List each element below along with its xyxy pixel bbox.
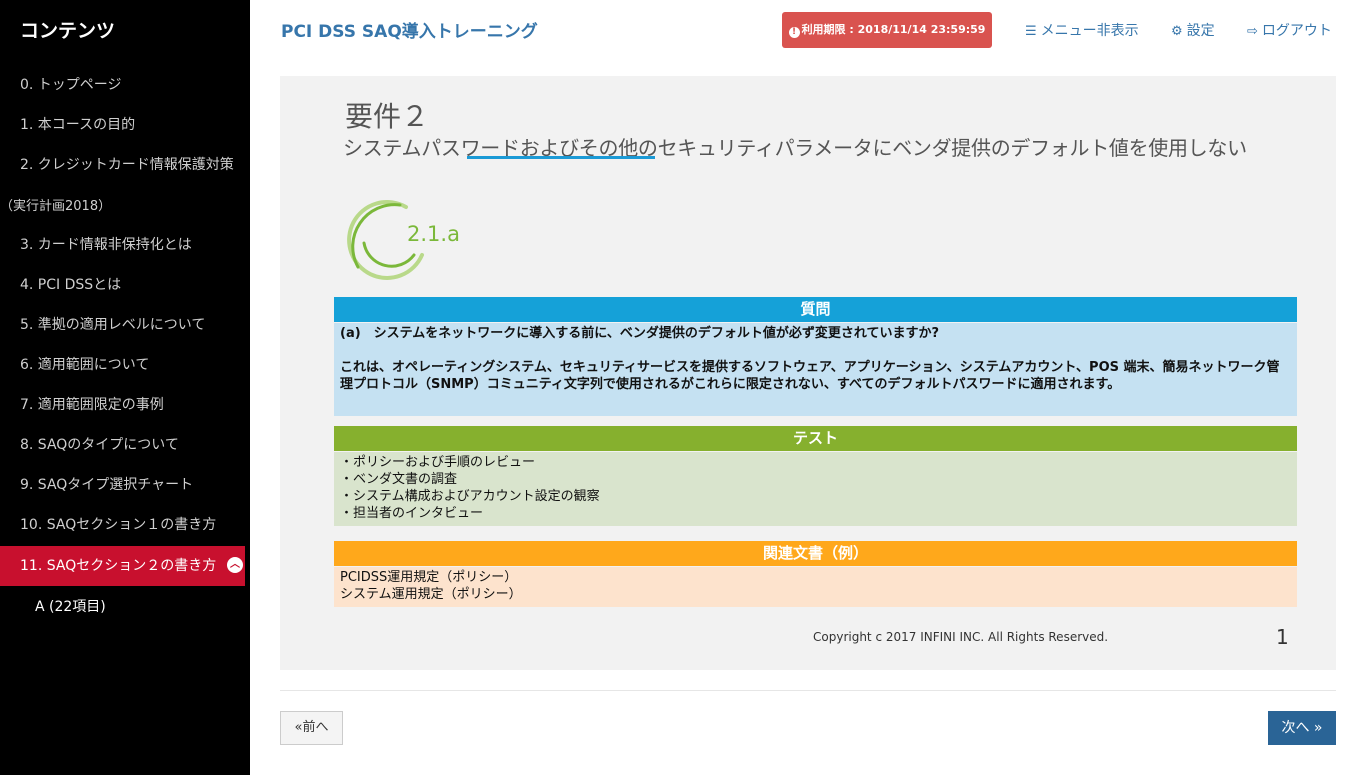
docs-item: PCIDSS運用規定（ポリシー） [340, 570, 518, 585]
sidebar-item-purpose[interactable]: 1. 本コースの目的 [0, 114, 245, 134]
requirement-title: 要件２ [345, 100, 430, 133]
question-heading: 質問 [334, 297, 1297, 322]
menu-toggle-link[interactable]: ☰ メニュー非表示 [1025, 20, 1139, 40]
test-item: ・システム構成およびアカウント設定の観察 [340, 489, 600, 504]
settings-label: 設定 [1186, 23, 1215, 39]
copyright: Copyright c 2017 INFINI INC. All Rights … [813, 630, 1109, 644]
sidebar-item-levels[interactable]: 5. 準拠の適用レベルについて [0, 314, 245, 334]
settings-link[interactable]: ⚙ 設定 [1171, 20, 1215, 40]
test-item: ・ポリシーおよび手順のレビュー [340, 455, 536, 470]
sidebar-item-card-protection-sub[interactable]: （実行計画2018） [0, 195, 245, 214]
docs-body: PCIDSS運用規定（ポリシー） システム運用規定（ポリシー） [334, 567, 1297, 607]
sidebar-item-top[interactable]: 0. トップページ [0, 74, 245, 94]
page-title: PCI DSS SAQ導入トレーニング [281, 22, 538, 42]
deadline-text: 利用期限 : 2018/11/14 23:59:59 [801, 23, 986, 36]
deadline-badge: ! 利用期限 : 2018/11/14 23:59:59 [782, 12, 992, 48]
next-button[interactable]: 次へ » [1268, 711, 1336, 745]
sidebar-title: コンテンツ [20, 20, 116, 42]
subtitle-underline [467, 156, 655, 159]
question-note: これは、オペレーティングシステム、セキュリティサービスを提供するソフトウェア、ア… [340, 360, 1280, 392]
sidebar-item-scope[interactable]: 6. 適用範囲について [0, 354, 245, 374]
sidebar: コンテンツ 0. トップページ 1. 本コースの目的 2. クレジットカード情報… [0, 0, 250, 775]
chevron-up-icon: ︿ [227, 557, 243, 573]
page-number: 1 [1276, 625, 1289, 649]
test-heading: テスト [334, 426, 1297, 451]
sign-out-icon: ⇨ [1247, 24, 1258, 39]
sidebar-item-saq-section1[interactable]: 10. SAQセクション１の書き方 [0, 514, 245, 534]
sidebar-item-pci-dss[interactable]: 4. PCI DSSとは [0, 274, 245, 294]
bars-icon: ☰ [1025, 24, 1037, 39]
test-item: ・担当者のインタビュー [340, 506, 484, 521]
divider [280, 690, 1336, 691]
docs-item: システム運用規定（ポリシー） [340, 587, 522, 602]
sidebar-item-saq-types[interactable]: 8. SAQのタイプについて [0, 434, 245, 454]
test-item: ・ベンダ文書の調査 [340, 472, 458, 487]
sidebar-item-saq-chart[interactable]: 9. SAQタイプ選択チャート [0, 474, 245, 494]
sidebar-item-card-protection[interactable]: 2. クレジットカード情報保護対策 [0, 154, 245, 174]
sidebar-item-scope-examples[interactable]: 7. 適用範囲限定の事例 [0, 394, 245, 414]
docs-heading: 関連文書（例） [334, 541, 1297, 566]
sidebar-item-saq-section2[interactable]: 11. SAQセクション２の書き方 ︿ [0, 546, 245, 586]
sidebar-subitem-a[interactable]: A (22項目) [35, 596, 106, 616]
test-body: ・ポリシーおよび手順のレビュー ・ベンダ文書の調査 ・システム構成およびアカウン… [334, 452, 1297, 526]
menu-toggle-label: メニュー非表示 [1040, 23, 1139, 39]
requirement-code: 2.1.a [407, 222, 460, 246]
sidebar-item-label: 11. SAQセクション２の書き方 [20, 558, 217, 574]
prev-button[interactable]: «前へ [280, 711, 343, 745]
sidebar-item-non-retention[interactable]: 3. カード情報非保持化とは [0, 234, 245, 254]
logout-link[interactable]: ⇨ ログアウト [1247, 20, 1332, 40]
gear-icon: ⚙ [1171, 24, 1183, 39]
question-text: (a) システムをネットワークに導入する前に、ベンダ提供のデフォルト値が必ず変更… [340, 326, 940, 341]
exclamation-icon: ! [788, 27, 800, 38]
question-body: (a) システムをネットワークに導入する前に、ベンダ提供のデフォルト値が必ず変更… [334, 323, 1297, 416]
logout-label: ログアウト [1261, 23, 1332, 39]
